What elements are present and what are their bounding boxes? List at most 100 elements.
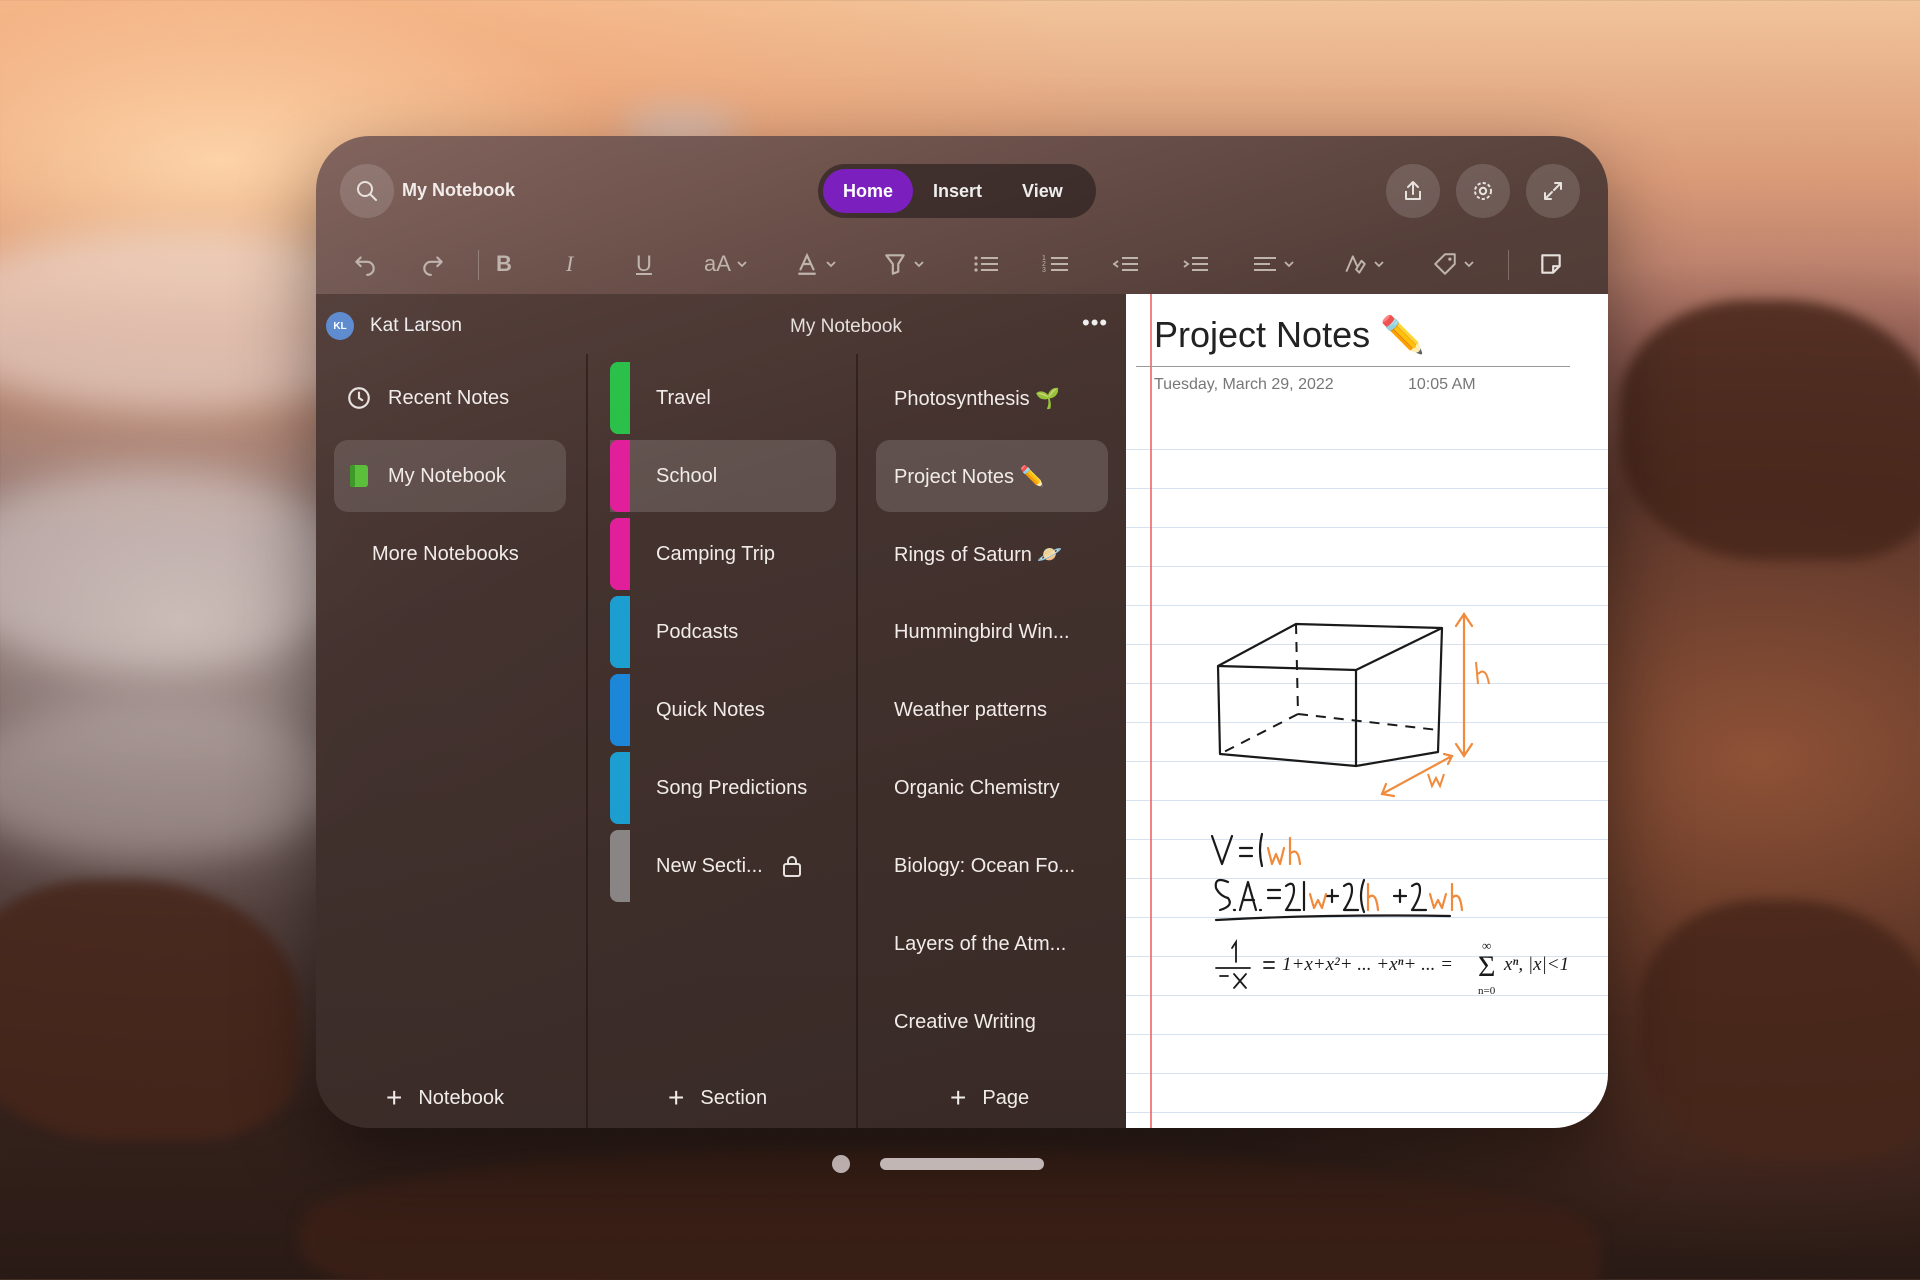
section-item-camping-trip[interactable]: Camping Trip — [610, 518, 836, 590]
section-item-label: Quick Notes — [656, 698, 765, 721]
window-grab-bar[interactable] — [880, 1158, 1044, 1170]
section-item-label: Song Predictions — [656, 776, 808, 799]
more-options-button[interactable]: ••• — [1082, 310, 1108, 336]
page-indicator-dot[interactable] — [832, 1155, 850, 1173]
section-color-tab — [610, 830, 630, 902]
note-canvas[interactable]: Project Notes ✏️ Tuesday, March 29, 2022… — [1126, 294, 1608, 1128]
outdent-button[interactable] — [1112, 246, 1140, 282]
background-rock — [1640, 900, 1920, 1160]
tab-insert[interactable]: Insert — [913, 169, 1002, 213]
expand-button[interactable] — [1526, 164, 1580, 218]
section-item-new-section[interactable]: New Secti... — [610, 830, 836, 902]
toolbar-divider — [1508, 250, 1509, 280]
section-item-school[interactable]: School — [610, 440, 836, 512]
highlighter-icon — [885, 254, 905, 275]
section-color-tab — [610, 518, 630, 590]
add-section-button[interactable]: + Section — [668, 1078, 767, 1118]
section-item-quick-notes[interactable]: Quick Notes — [610, 674, 836, 746]
notebook-icon — [346, 463, 372, 489]
italic-button[interactable]: I — [566, 246, 573, 282]
lock-icon — [782, 856, 801, 877]
notebook-item-my-notebook[interactable]: My Notebook — [334, 440, 566, 512]
share-button[interactable] — [1386, 164, 1440, 218]
gear-icon — [1474, 182, 1492, 200]
notebook-item-recent-notes[interactable]: Recent Notes — [334, 362, 564, 434]
page-item-layers-atmosphere[interactable]: Layers of the Atm... — [876, 908, 1108, 980]
section-item-song-predictions[interactable]: Song Predictions — [610, 752, 836, 824]
page-item-organic-chemistry[interactable]: Organic Chemistry — [876, 752, 1108, 824]
tab-view[interactable]: View — [1002, 169, 1083, 213]
page-item-weather-patterns[interactable]: Weather patterns — [876, 674, 1108, 746]
sticky-note-button[interactable] — [1538, 246, 1564, 282]
numbered-list-button[interactable]: 123 — [1042, 246, 1070, 282]
notebook-item-more-notebooks[interactable]: More Notebooks — [372, 518, 572, 590]
tag-dropdown[interactable] — [1432, 246, 1476, 282]
section-item-travel[interactable]: Travel — [610, 362, 836, 434]
italic-label: I — [566, 251, 574, 276]
page-item-biology-ocean[interactable]: Biology: Ocean Fo... — [876, 830, 1108, 902]
chevron-down-icon — [1284, 261, 1294, 268]
page-item-photosynthesis[interactable]: Photosynthesis 🌱 — [876, 362, 1108, 434]
underline-button[interactable]: U — [636, 246, 652, 282]
add-notebook-button[interactable]: + Notebook — [386, 1078, 504, 1118]
svg-text:Σ: Σ — [1478, 950, 1495, 983]
page-item-project-notes[interactable]: Project Notes ✏️ — [876, 440, 1108, 512]
chevron-down-icon — [1464, 261, 1474, 268]
page-title[interactable]: Project Notes ✏️ — [1154, 314, 1425, 356]
sticky-note-icon — [1541, 254, 1561, 274]
background-rock — [0, 880, 300, 1140]
page-item-rings-of-saturn[interactable]: Rings of Saturn 🪐 — [876, 518, 1108, 590]
note-date: Tuesday, March 29, 2022 — [1154, 376, 1334, 393]
align-left-icon — [1254, 257, 1276, 271]
bullet-list-icon — [974, 256, 998, 272]
alignment-dropdown[interactable] — [1252, 246, 1296, 282]
undo-button[interactable] — [352, 246, 378, 282]
section-color-tab — [610, 752, 630, 824]
undo-icon — [355, 256, 375, 276]
column-divider — [856, 354, 858, 1128]
section-color-tab — [610, 674, 630, 746]
bold-button[interactable]: B — [496, 246, 512, 282]
section-item-podcasts[interactable]: Podcasts — [610, 596, 836, 668]
toolbar-divider — [478, 250, 479, 280]
account-row[interactable]: KL Kat Larson — [326, 308, 462, 344]
redo-button[interactable] — [420, 246, 446, 282]
settings-button[interactable] — [1456, 164, 1510, 218]
search-button[interactable] — [340, 164, 394, 218]
notebook-item-label: More Notebooks — [372, 542, 519, 565]
underline-label: U — [636, 251, 652, 276]
add-page-button[interactable]: + Page — [950, 1078, 1029, 1118]
background-cloud — [0, 700, 340, 860]
indent-button[interactable] — [1182, 246, 1210, 282]
svg-text:xⁿ, |x|<1: xⁿ, |x|<1 — [1503, 954, 1569, 975]
notebook-item-label: My Notebook — [388, 464, 506, 487]
account-name: Kat Larson — [370, 315, 462, 336]
section-item-label: Camping Trip — [656, 542, 775, 565]
numbered-list-icon: 123 — [1042, 255, 1068, 274]
handwritten-box-drawing — [1216, 612, 1490, 798]
page-item-hummingbird[interactable]: Hummingbird Win... — [876, 596, 1108, 668]
page-item-creative-writing[interactable]: Creative Writing — [876, 986, 1108, 1058]
section-color-tab — [610, 596, 630, 668]
bullet-list-button[interactable] — [972, 246, 1000, 282]
styles-dropdown[interactable] — [1342, 246, 1386, 282]
svg-text:3: 3 — [1042, 267, 1046, 274]
font-color-dropdown[interactable] — [794, 246, 838, 282]
ribbon-tabs: Home Insert View — [818, 164, 1096, 218]
section-color-tab — [610, 440, 630, 512]
navigation-pane: KL Kat Larson My Notebook ••• Recent Not… — [316, 294, 1126, 1128]
highlight-dropdown[interactable] — [882, 246, 926, 282]
svg-text:1+x+x²+ ... +xⁿ+ ... =: 1+x+x²+ ... +xⁿ+ ... = — [1282, 954, 1453, 975]
tab-home[interactable]: Home — [823, 169, 914, 213]
indent-icon — [1183, 257, 1208, 271]
font-size-dropdown[interactable]: aA — [704, 246, 749, 282]
window-notebook-title: My Notebook — [402, 180, 516, 200]
notebook-item-label: Recent Notes — [388, 386, 510, 409]
background-cloud — [0, 470, 360, 670]
title-rule — [1136, 366, 1570, 367]
section-item-label: New Secti... — [656, 854, 763, 877]
clock-icon — [346, 385, 372, 411]
avatar: KL — [326, 312, 354, 340]
bold-label: B — [496, 251, 512, 276]
add-notebook-label: Notebook — [418, 1086, 504, 1109]
